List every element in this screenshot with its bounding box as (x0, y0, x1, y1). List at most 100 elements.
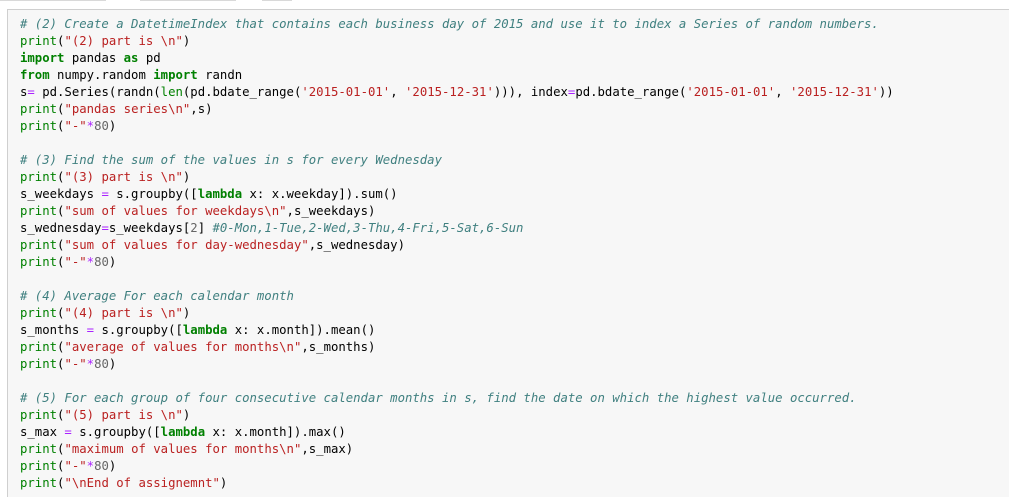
code-builtin: print (20, 238, 58, 252)
code-text: pd (138, 51, 161, 65)
code-builtin: print (20, 119, 58, 133)
code-number: 80 (94, 255, 109, 269)
code-string: "pandas series\n" (64, 102, 191, 116)
code-text: s.groupby([ (71, 425, 161, 439)
code-line: s_max = s.groupby([lambda x: x.month]).m… (20, 424, 894, 441)
code-operator: = (64, 425, 72, 439)
code-line: print("maximum of values for months\n",s… (20, 441, 894, 458)
code-string: "maximum of values for months\n" (64, 442, 302, 456)
code-text: ,s_max) (301, 442, 354, 456)
code-text: ,s_wednesday) (308, 238, 405, 252)
tab-divider (262, 0, 292, 1)
code-number: 80 (94, 459, 109, 473)
code-string: '2015-12-31' (790, 85, 879, 99)
code-string: "(5) part is \n" (64, 408, 183, 422)
code-text: pd.Series(randn( (34, 85, 161, 99)
code-keyword: import (20, 51, 65, 65)
code-line: from numpy.random import randn (20, 67, 894, 84)
code-line: print("(2) part is \n") (20, 33, 894, 50)
code-builtin: print (20, 357, 58, 371)
code-builtin: print (20, 102, 58, 116)
code-text: s.groupby([ (108, 187, 198, 201)
code-comment: # (3) Find the sum of the values in s fo… (20, 153, 442, 167)
code-string: "average of values for months\n" (64, 340, 302, 354)
code-text: x: x.month]).mean() (227, 323, 376, 337)
code-builtin: print (20, 170, 58, 184)
code-text: ] (197, 221, 213, 235)
code-text: ,s_weekdays) (286, 204, 376, 218)
code-string: "sum of values for day-wednesday" (64, 238, 309, 252)
code-string: "(3) part is \n" (64, 170, 183, 184)
code-line: import pandas as pd (20, 50, 894, 67)
code-keyword: from (20, 68, 50, 82)
code-keyword: lambda (197, 187, 243, 201)
code-text: x: x.weekday]).sum() (242, 187, 398, 201)
top-strip (0, 0, 1009, 3)
code-text: ,s_months) (301, 340, 376, 354)
code-line: print("sum of values for weekdays\n",s_w… (20, 203, 894, 220)
code-keyword: lambda (160, 425, 206, 439)
code-line: print("\nEnd of assignemnt") (20, 475, 894, 492)
code-string: "-" (64, 119, 87, 133)
code-builtin: print (20, 408, 58, 422)
code-operator: = (86, 323, 95, 337)
code-string: "(4) part is \n" (64, 306, 183, 320)
code-editor[interactable]: # (2) Create a DatetimeIndex that contai… (20, 16, 894, 492)
code-text: (pd.bdate_range( (182, 85, 302, 99)
code-string: '2015-12-31' (405, 85, 494, 99)
tab-divider (140, 0, 236, 1)
code-line: # (3) Find the sum of the values in s fo… (20, 152, 894, 169)
code-text: ) (108, 357, 117, 371)
code-builtin: len (160, 85, 183, 99)
code-keyword: as (123, 51, 139, 65)
code-text: randn (197, 68, 243, 82)
code-text: ) (219, 476, 228, 490)
code-line: s_months = s.groupby([lambda x: x.month]… (20, 322, 894, 339)
code-keyword: import (153, 68, 198, 82)
code-text: ) (182, 306, 191, 320)
code-line: s= pd.Series(randn(len(pd.bdate_range('2… (20, 84, 894, 101)
code-operator: * (86, 255, 95, 269)
code-builtin: print (20, 442, 58, 456)
code-builtin: print (20, 34, 58, 48)
code-comment: # (2) Create a DatetimeIndex that contai… (20, 17, 879, 31)
code-text: ) (182, 170, 191, 184)
code-text: )) (878, 85, 894, 99)
code-line: print("(5) part is \n") (20, 407, 894, 424)
code-line: print("(3) part is \n") (20, 169, 894, 186)
code-operator: = (101, 187, 109, 201)
code-cell[interactable]: # (2) Create a DatetimeIndex that contai… (7, 9, 1009, 497)
code-line: print("-"*80) (20, 458, 894, 475)
code-keyword: lambda (182, 323, 228, 337)
code-number: 2 (190, 221, 198, 235)
code-builtin: print (20, 340, 58, 354)
code-text: ) (182, 34, 191, 48)
code-string: "-" (64, 255, 87, 269)
code-line: print("average of values for months\n",s… (20, 339, 894, 356)
code-text: ) (108, 459, 117, 473)
code-text: s_weekdays[ (108, 221, 191, 235)
code-text: s_weekdays (20, 187, 102, 201)
code-builtin: print (20, 306, 58, 320)
code-line: print("-"*80) (20, 118, 894, 135)
code-text: ) (182, 408, 191, 422)
code-comment: # (5) For each group of four consecutive… (20, 391, 857, 405)
code-line: s_wednesday=s_weekdays[2] #0-Mon,1-Tue,2… (20, 220, 894, 237)
code-string: '2015-01-01' (686, 85, 776, 99)
code-text: s_wednesday (20, 221, 102, 235)
code-text: s_max (20, 425, 65, 439)
code-comment: #0-Mon,1-Tue,2-Wed,3-Thu,4-Fri,5-Sat,6-S… (212, 221, 524, 235)
code-string: '2015-01-01' (301, 85, 391, 99)
code-operator: = (27, 85, 35, 99)
code-line: # (4) Average For each calendar month (20, 288, 894, 305)
code-text: x: x.month]).max() (205, 425, 346, 439)
code-number: 80 (94, 357, 109, 371)
code-text: pd.bdate_range( (575, 85, 687, 99)
code-number: 80 (94, 119, 109, 133)
code-operator: * (86, 357, 95, 371)
code-line: s_weekdays = s.groupby([lambda x: x.week… (20, 186, 894, 203)
code-text: ) (108, 255, 117, 269)
